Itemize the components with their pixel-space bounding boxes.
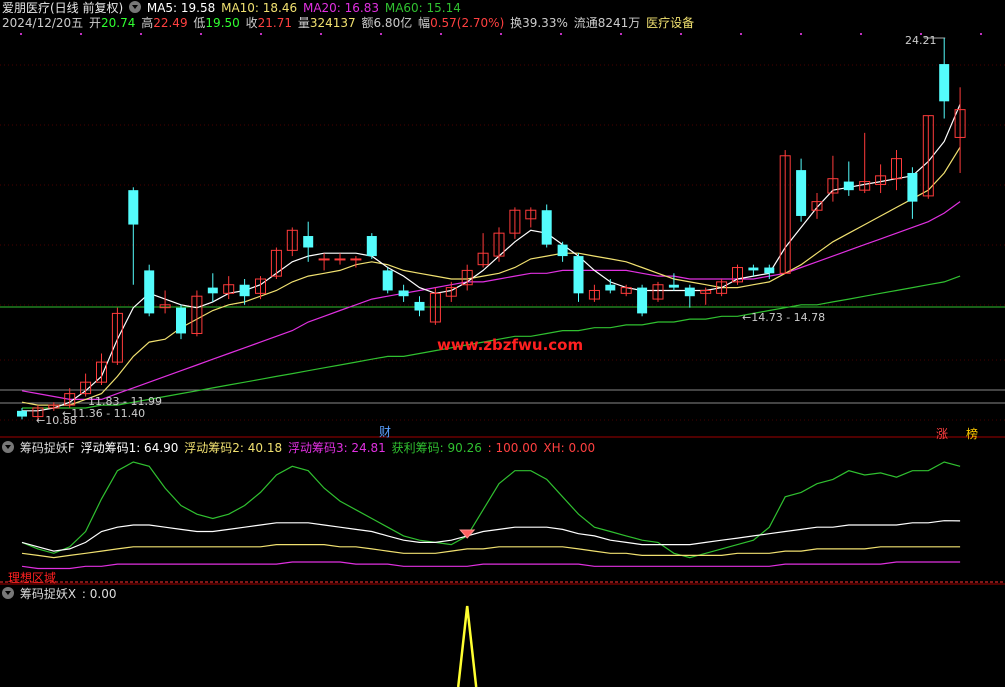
- grid-dot: [560, 33, 562, 35]
- profit-chip-line: [21, 461, 961, 559]
- dropdown-circle-icon[interactable]: [2, 587, 14, 599]
- candle-body: [605, 284, 616, 291]
- floating-chip-3: 浮动筹码3: 24.81: [287, 441, 386, 455]
- indicator2-name[interactable]: 筹码捉妖X: [20, 587, 76, 601]
- candle-body: [366, 236, 377, 257]
- candle-body: [684, 287, 695, 297]
- candle-body: [748, 267, 759, 271]
- ideal-zone-tag: 理想区域: [8, 571, 57, 585]
- ma5-line: [22, 103, 961, 412]
- ma10-line: [21, 146, 961, 406]
- floating-chip-3-line: [21, 561, 961, 570]
- candle-body: [557, 244, 568, 257]
- hundred-value: : 100.00: [487, 441, 538, 455]
- candle-body: [318, 258, 330, 261]
- finance-badge[interactable]: 财: [379, 423, 391, 440]
- range-annotation-mid: ←14.73 - 14.78: [742, 311, 825, 324]
- candle-body: [303, 236, 314, 248]
- candle-body: [796, 170, 807, 216]
- candle-body: [843, 181, 854, 191]
- grid-dot: [680, 33, 682, 35]
- grid-dot: [500, 33, 502, 35]
- candle-body: [637, 287, 648, 314]
- grid-dot: [980, 33, 982, 35]
- grid-dot: [440, 33, 442, 35]
- candle-body: [573, 256, 584, 294]
- indicator1-header: 筹码捉妖F 浮动筹码1: 64.90 浮动筹码2: 40.18 浮动筹码3: 2…: [2, 440, 597, 456]
- grid-dot: [620, 33, 622, 35]
- candle-body: [207, 287, 218, 294]
- candle-body: [398, 290, 409, 297]
- candle-body: [350, 258, 362, 261]
- candle-body: [144, 270, 155, 314]
- watermark-text: www.zbzfwu.com: [437, 336, 583, 354]
- candle-body: [239, 284, 250, 297]
- grid-dot: [200, 33, 202, 35]
- grid-dot: [140, 33, 142, 35]
- low-price-annotation: ←10.88: [36, 414, 77, 427]
- ma20-line: [21, 201, 961, 400]
- grid-dot: [260, 33, 262, 35]
- grid-dot: [380, 33, 382, 35]
- candle-body: [939, 64, 950, 102]
- grid-dot: [740, 33, 742, 35]
- floating-chip-2-line: [21, 543, 961, 559]
- profit-chip: 获利筹码: 90.26: [391, 441, 482, 455]
- candle-body: [17, 410, 27, 417]
- candle-body: [764, 267, 775, 274]
- floating-chip-1: 浮动筹码1: 64.90: [80, 441, 179, 455]
- candle-body: [907, 172, 918, 202]
- candle-body: [414, 301, 425, 311]
- indicator2-lines: [456, 605, 478, 687]
- dropdown-circle-icon[interactable]: [2, 441, 14, 453]
- grid-dot: [320, 33, 322, 35]
- candle-body: [334, 258, 346, 261]
- moving-average-lines: [21, 37, 961, 412]
- candle-body: [382, 270, 393, 291]
- indicator1-lines: [21, 461, 961, 570]
- floating-chip-2: 浮动筹码2: 40.18: [184, 441, 283, 455]
- kline-chart[interactable]: 24.21 ←14.73 - 14.78 11.83 - 11.99 ←11.3…: [0, 0, 1005, 687]
- xh-value: XH: 0.00: [543, 441, 596, 455]
- candlestick-series: [17, 38, 966, 420]
- grid-dot: [80, 33, 82, 35]
- signal-spike-line: [456, 605, 478, 687]
- grid-dot: [860, 33, 862, 35]
- candle-body: [128, 190, 139, 225]
- candle-body: [668, 284, 679, 288]
- indicator1-name[interactable]: 筹码捉妖F: [20, 441, 75, 455]
- grid-dot: [800, 33, 802, 35]
- grid-dot: [20, 33, 22, 35]
- indicator2-header: 筹码捉妖X : 0.00: [2, 586, 118, 602]
- high-price-annotation: 24.21: [905, 34, 937, 47]
- candle-body: [176, 307, 186, 334]
- candle-body: [541, 210, 552, 245]
- ranking-badge[interactable]: 榜: [966, 425, 978, 442]
- indicator2-value: : 0.00: [81, 587, 117, 601]
- rise-badge[interactable]: 涨: [936, 425, 948, 442]
